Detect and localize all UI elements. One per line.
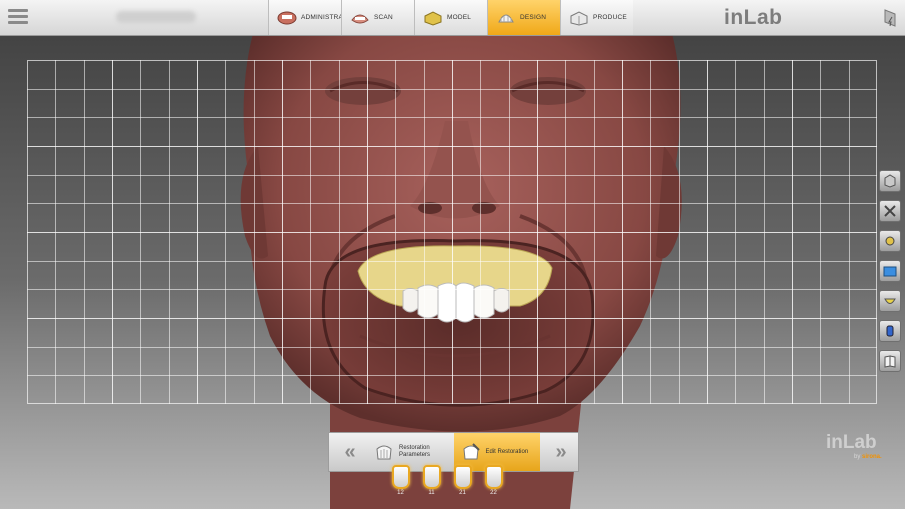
- tooth-22[interactable]: 22: [485, 465, 503, 496]
- tooth-number: 12: [397, 490, 404, 496]
- phase-label: Edit Restoration: [485, 448, 529, 455]
- top-bar: ADMINISTRATION SCAN MODEL DESIGN PRODUCE: [0, 0, 905, 36]
- tool-object-list[interactable]: [879, 320, 901, 342]
- restoration-parameters-icon: [376, 445, 392, 460]
- measurement-grid: [27, 60, 877, 404]
- tools-icon: [884, 205, 896, 217]
- workflow-steps: ADMINISTRATION SCAN MODEL DESIGN PRODUCE: [268, 0, 633, 35]
- tooth-icon: [454, 465, 472, 489]
- patient-name-blurred: [116, 11, 196, 23]
- design-icon: [498, 14, 514, 22]
- model-icon: [424, 10, 442, 26]
- previous-phase-button[interactable]: «: [329, 433, 367, 471]
- screenshot-icon: [883, 266, 897, 277]
- exit-icon[interactable]: [882, 8, 898, 28]
- analysis-icon: [885, 236, 895, 246]
- administration-icon: [277, 11, 297, 24]
- tooth-number: 21: [459, 490, 466, 496]
- view-cube-icon: [884, 174, 896, 188]
- step-label: SCAN: [374, 14, 393, 21]
- scan-icon: [351, 14, 369, 23]
- tool-library[interactable]: [879, 350, 901, 372]
- tooth-number: 11: [428, 490, 435, 496]
- library-icon: [884, 355, 896, 368]
- inlab-watermark: inLab by sirona.: [826, 432, 896, 460]
- app-brand-logo: inLab: [724, 6, 783, 29]
- hamburger-menu-icon[interactable]: [8, 9, 28, 25]
- watermark-brand: sirona.: [862, 454, 882, 460]
- step-administration[interactable]: ADMINISTRATION: [268, 0, 359, 35]
- watermark-name: inLab: [826, 432, 877, 453]
- produce-icon: [570, 10, 588, 26]
- step-scan[interactable]: SCAN: [341, 0, 414, 35]
- tool-tools[interactable]: [879, 200, 901, 222]
- step-produce[interactable]: PRODUCE: [560, 0, 633, 35]
- phase-label: Restoration Parameters: [399, 445, 431, 458]
- tooth-11[interactable]: 11: [423, 465, 441, 496]
- step-model[interactable]: MODEL: [414, 0, 487, 35]
- step-label: DESIGN: [520, 14, 547, 21]
- object-list-icon: [886, 325, 894, 337]
- tooth-number: 22: [490, 490, 497, 496]
- tool-smile-design[interactable]: [879, 290, 901, 312]
- smile-design-icon: [884, 298, 896, 304]
- tooth-icon: [423, 465, 441, 489]
- tool-analysis[interactable]: [879, 230, 901, 252]
- tooth-21[interactable]: 21: [454, 465, 472, 496]
- tooth-icon: [392, 465, 410, 489]
- tool-view-cube[interactable]: [879, 170, 901, 192]
- tooth-selector: 12 11 21 22: [392, 465, 516, 496]
- tool-screenshot[interactable]: [879, 260, 901, 282]
- step-design[interactable]: DESIGN: [487, 0, 560, 35]
- tooth-icon: [485, 465, 503, 489]
- next-phase-button[interactable]: »: [540, 433, 578, 471]
- step-label: PRODUCE: [593, 14, 627, 21]
- edit-restoration-icon: [462, 443, 480, 460]
- tooth-12[interactable]: 12: [392, 465, 410, 496]
- right-toolbar: [879, 170, 901, 380]
- step-label: MODEL: [447, 14, 472, 21]
- watermark-sub: by sirona.: [854, 454, 896, 460]
- watermark-by: by: [854, 454, 861, 460]
